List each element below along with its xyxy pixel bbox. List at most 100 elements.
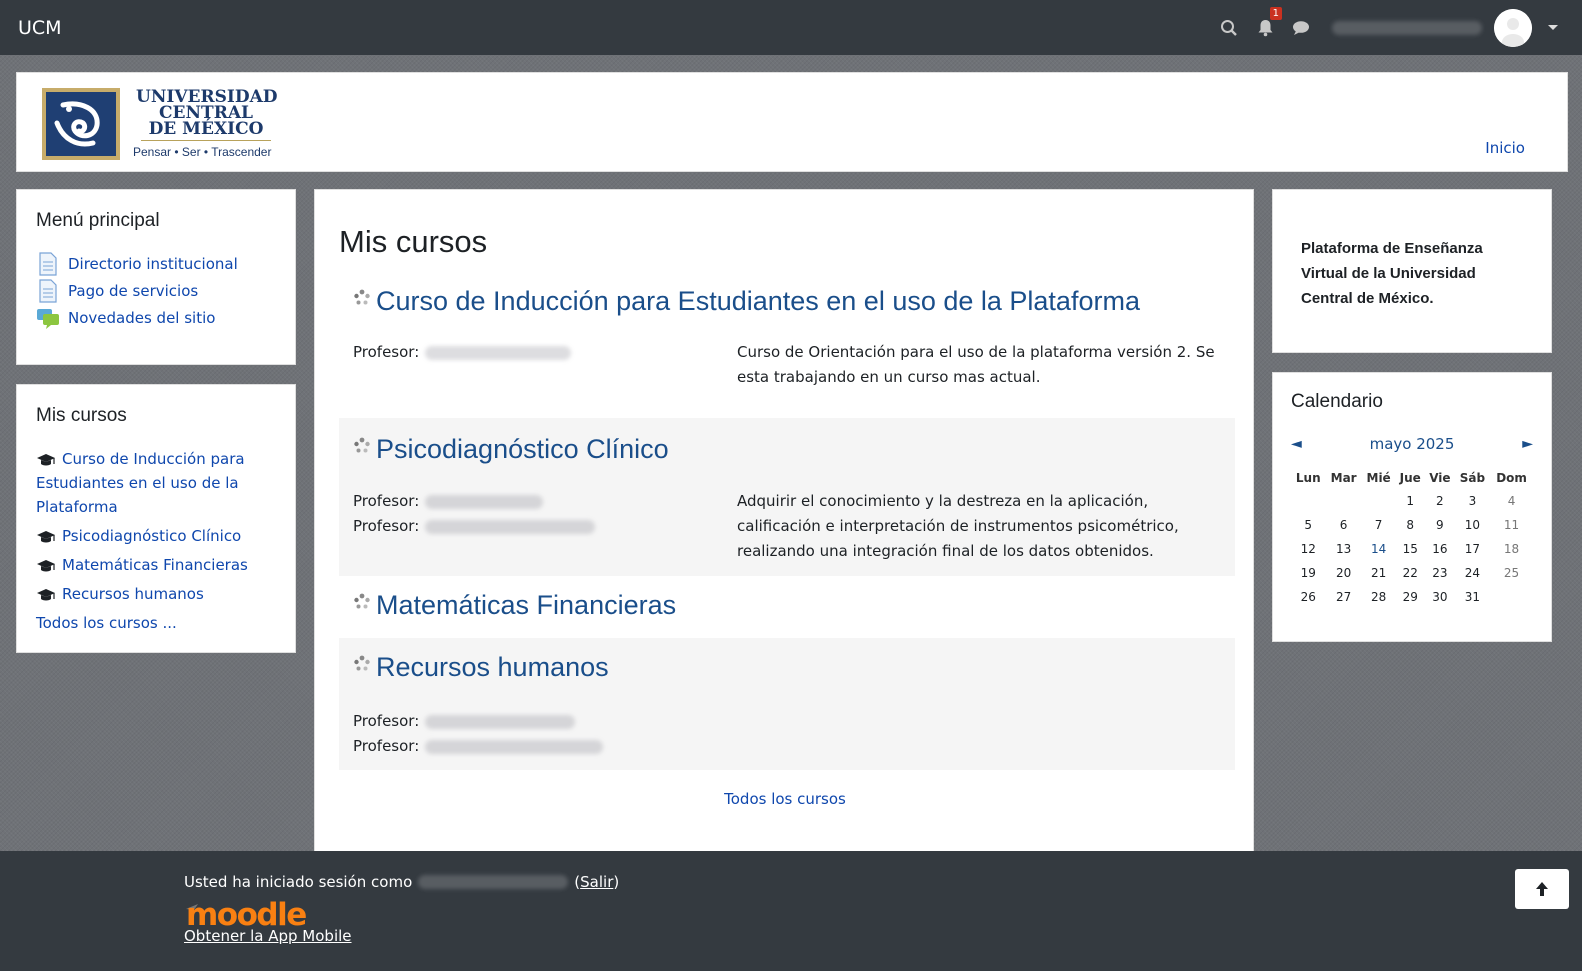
my-courses-link[interactable]: Psicodiagnóstico Clínico — [62, 527, 241, 545]
previous-month-arrow-icon[interactable]: ◄ — [1291, 436, 1302, 452]
my-courses-link[interactable]: Curso de Inducción para Estudiantes en e… — [36, 450, 245, 516]
calendar-day — [1490, 585, 1533, 609]
calendar-day[interactable]: 4 — [1490, 489, 1533, 513]
calendar-weekday: Mié — [1366, 471, 1391, 485]
moodle-logo[interactable]: moodle — [184, 895, 308, 929]
all-courses-link[interactable]: Todos los cursos ... — [36, 614, 177, 632]
course-title-link[interactable]: Curso de Inducción para Estudiantes en e… — [376, 286, 1140, 317]
my-courses-item[interactable]: Curso de Inducción para Estudiantes en e… — [36, 447, 276, 519]
calendar-day[interactable]: 28 — [1362, 585, 1396, 609]
calendar-day[interactable]: 9 — [1425, 513, 1455, 537]
all-courses-button[interactable]: Todos los cursos — [724, 790, 846, 808]
page-header: UNIVERSIDAD CENTRAL DE MÉXICO Pensar • S… — [16, 72, 1568, 172]
calendar-day[interactable]: 26 — [1291, 585, 1326, 609]
calendar-day[interactable]: 31 — [1455, 585, 1490, 609]
course-box: Curso de Inducción para Estudiantes en e… — [339, 282, 1235, 404]
bell-icon[interactable]: 1 — [1254, 6, 1282, 39]
user-menu-caret-icon[interactable] — [1548, 25, 1558, 30]
calendar-day[interactable]: 8 — [1395, 513, 1425, 537]
calendar-day[interactable]: 25 — [1490, 561, 1533, 585]
calendar-day[interactable]: 11 — [1490, 513, 1533, 537]
calendar-day[interactable]: 2 — [1425, 489, 1455, 513]
calendar-day[interactable]: 15 — [1395, 537, 1425, 561]
calendar-day[interactable]: 21 — [1362, 561, 1396, 585]
calendar-nav: ◄ mayo 2025 ► — [1291, 435, 1533, 453]
calendar-day[interactable]: 24 — [1455, 561, 1490, 585]
home-link[interactable]: Inicio — [1485, 139, 1525, 157]
logged-in-text: Usted ha iniciado sesión como — [184, 873, 413, 891]
user-avatar[interactable] — [1494, 8, 1532, 47]
calendar-day[interactable]: 5 — [1291, 513, 1326, 537]
course-icon — [354, 437, 370, 452]
course-name: Matemáticas Financieras — [339, 590, 1235, 621]
logout-link[interactable]: Salir — [580, 873, 613, 891]
teacher-name-redacted[interactable] — [425, 494, 544, 509]
university-emblem-icon — [42, 88, 120, 160]
calendar-day — [1326, 489, 1362, 513]
teacher-name-redacted[interactable] — [425, 739, 604, 754]
course-box: Recursos humanos Profesor: Profesor: — [339, 638, 1235, 770]
main-menu-title: Menú principal — [36, 210, 160, 231]
main-menu-link[interactable]: Pago de servicios — [68, 282, 198, 300]
calendar-day[interactable]: 19 — [1291, 561, 1326, 585]
teacher-label: Profesor: — [353, 737, 420, 755]
course-summary: Adquirir el conocimiento y la destreza e… — [737, 492, 1179, 560]
calendar-day[interactable]: 3 — [1455, 489, 1490, 513]
main-menu-link[interactable]: Novedades del sitio — [68, 309, 215, 327]
course-box: Matemáticas Financieras — [339, 580, 1235, 636]
site-brand[interactable]: UCM — [18, 17, 62, 39]
user-name-redacted[interactable] — [1332, 20, 1482, 35]
calendar-day[interactable]: 1 — [1395, 489, 1425, 513]
my-courses-item[interactable]: Todos los cursos ... — [36, 611, 276, 635]
calendar-month-link[interactable]: mayo 2025 — [1370, 435, 1455, 453]
calendar-day[interactable]: 17 — [1455, 537, 1490, 561]
teacher-row: Profesor: — [353, 514, 596, 539]
my-courses-item[interactable]: Psicodiagnóstico Clínico — [36, 524, 276, 548]
calendar-day[interactable]: 20 — [1326, 561, 1362, 585]
course-icon — [354, 289, 370, 304]
university-logo[interactable]: UNIVERSIDAD CENTRAL DE MÉXICO Pensar • S… — [41, 87, 281, 163]
calendar-day[interactable]: 22 — [1395, 561, 1425, 585]
teacher-list: Profesor: — [353, 340, 572, 365]
calendar-day[interactable]: 29 — [1395, 585, 1425, 609]
teacher-name-redacted[interactable] — [425, 714, 576, 729]
teacher-name-redacted[interactable] — [425, 519, 596, 534]
course-title-link[interactable]: Psicodiagnóstico Clínico — [376, 434, 669, 465]
main-menu-list: Directorio institucional Pago de servici… — [36, 250, 276, 331]
calendar-day[interactable]: 12 — [1291, 537, 1326, 561]
page-title: Mis cursos — [339, 224, 488, 259]
my-courses-link[interactable]: Recursos humanos — [62, 585, 204, 603]
main-menu-item[interactable]: Novedades del sitio — [36, 304, 276, 331]
main-menu-link[interactable]: Directorio institucional — [68, 255, 238, 273]
chat-bubble-icon[interactable] — [1290, 17, 1312, 39]
search-icon[interactable] — [1218, 17, 1240, 39]
calendar-day[interactable]: 7 — [1362, 513, 1396, 537]
calendar-day[interactable]: 14 — [1362, 537, 1396, 561]
course-icon — [354, 655, 370, 670]
course-title-link[interactable]: Recursos humanos — [376, 652, 609, 683]
logo-line-3: DE MÉXICO — [148, 119, 264, 139]
calendar-day[interactable]: 18 — [1490, 537, 1533, 561]
my-courses-item[interactable]: Matemáticas Financieras — [36, 553, 276, 577]
calendar-day[interactable]: 13 — [1326, 537, 1362, 561]
my-courses-item[interactable]: Recursos humanos — [36, 582, 276, 606]
next-month-arrow-icon[interactable]: ► — [1522, 436, 1533, 452]
navbar-right: 1 — [1204, 0, 1558, 55]
teacher-name-redacted[interactable] — [425, 345, 572, 360]
teacher-label: Profesor: — [353, 712, 420, 730]
teacher-list: Profesor: Profesor: — [353, 709, 604, 759]
calendar-day[interactable]: 27 — [1326, 585, 1362, 609]
calendar-day[interactable]: 23 — [1425, 561, 1455, 585]
mobile-app-link[interactable]: Obtener la App Mobile — [184, 927, 352, 945]
course-title-link[interactable]: Matemáticas Financieras — [376, 590, 676, 621]
my-courses-link[interactable]: Matemáticas Financieras — [62, 556, 248, 574]
calendar-day[interactable]: 30 — [1425, 585, 1455, 609]
calendar-day[interactable]: 6 — [1326, 513, 1362, 537]
back-to-top-button[interactable] — [1515, 869, 1569, 909]
logged-user-redacted[interactable] — [418, 875, 569, 889]
calendar-day[interactable]: 10 — [1455, 513, 1490, 537]
calendar-week: 5 6 7 8 9 10 11 — [1291, 513, 1533, 537]
calendar-day[interactable]: 16 — [1425, 537, 1455, 561]
main-menu-item[interactable]: Pago de servicios — [36, 277, 276, 304]
main-menu-item[interactable]: Directorio institucional — [36, 250, 276, 277]
